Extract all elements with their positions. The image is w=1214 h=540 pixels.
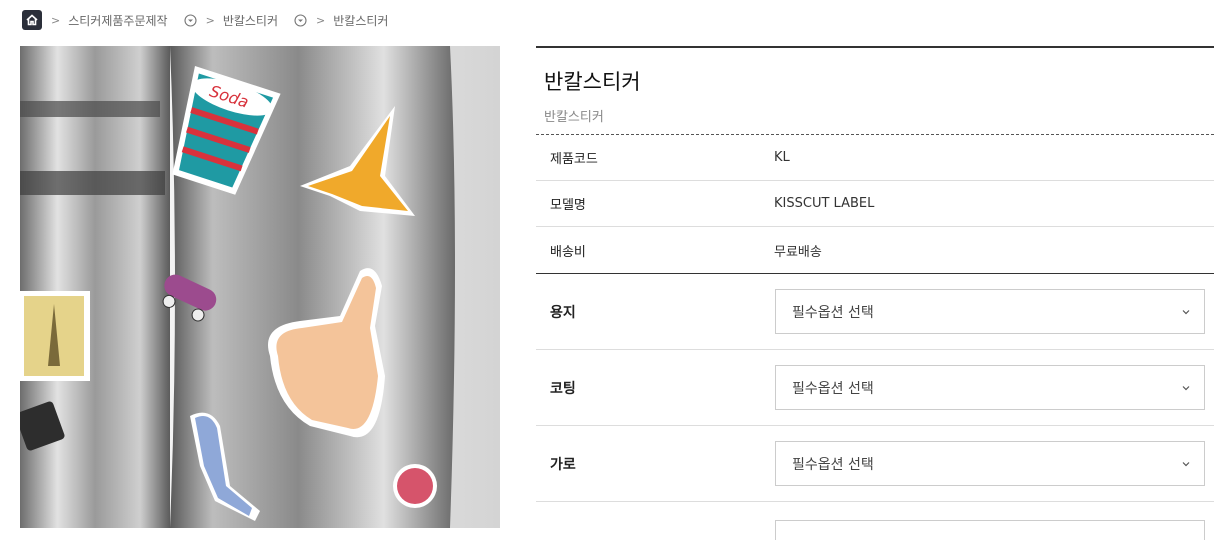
info-value: KISSCUT LABEL — [774, 196, 875, 211]
info-value: KL — [774, 150, 790, 165]
chevron-circle-down-icon[interactable] — [184, 13, 197, 27]
option-label: 코팅 — [550, 380, 576, 397]
breadcrumb-item-subcategory[interactable]: 반칼스티커 — [223, 12, 278, 29]
select-placeholder: 필수옵션 선택 — [792, 304, 874, 321]
product-header: 반칼스티커 반칼스티커 — [536, 46, 1214, 135]
option-label: 용지 — [550, 304, 576, 321]
info-row-shipping: 배송비 무료배송 — [536, 227, 1214, 274]
chevron-down-icon — [1182, 385, 1190, 390]
info-row-product-code: 제품코드 KL — [536, 135, 1214, 181]
chevron-right-icon: > — [205, 13, 215, 27]
info-row-model: 모델명 KISSCUT LABEL — [536, 181, 1214, 227]
chevron-circle-down-icon[interactable] — [294, 13, 307, 27]
paper-select[interactable]: 필수옵션 선택 — [775, 289, 1205, 334]
coating-select[interactable]: 필수옵션 선택 — [775, 365, 1205, 410]
product-subtitle: 반칼스티커 — [544, 110, 604, 125]
next-option-select[interactable] — [775, 520, 1205, 540]
option-row-coating: 코팅 필수옵션 선택 — [536, 350, 1214, 426]
breadcrumb-item-category[interactable]: 스티커제품주문제작 — [68, 12, 167, 29]
product-title: 반칼스티커 — [544, 70, 641, 94]
breadcrumb: > 스티커제품주문제작 > 반칼스티커 > 반칼스티커 — [22, 9, 388, 31]
chevron-right-icon: > — [316, 13, 326, 27]
info-value: 무료배송 — [774, 244, 822, 260]
info-label: 제품코드 — [550, 152, 598, 167]
chevron-right-icon: > — [51, 13, 61, 27]
select-placeholder: 필수옵션 선택 — [792, 380, 874, 397]
chevron-down-icon — [1182, 309, 1190, 314]
option-row-width: 가로 필수옵션 선택 — [536, 426, 1214, 502]
product-detail-panel: 반칼스티커 반칼스티커 제품코드 KL 모델명 KISSCUT LABEL 배송… — [536, 46, 1214, 502]
product-image: Soda — [20, 46, 500, 528]
option-row-paper: 용지 필수옵션 선택 — [536, 274, 1214, 350]
info-label: 배송비 — [550, 244, 586, 260]
home-icon[interactable] — [22, 10, 42, 30]
width-select[interactable]: 필수옵션 선택 — [775, 441, 1205, 486]
info-label: 모델명 — [550, 198, 586, 213]
option-label: 가로 — [550, 456, 576, 473]
select-placeholder: 필수옵션 선택 — [792, 456, 874, 473]
breadcrumb-item-current: 반칼스티커 — [333, 13, 389, 28]
chevron-down-icon — [1182, 461, 1190, 466]
